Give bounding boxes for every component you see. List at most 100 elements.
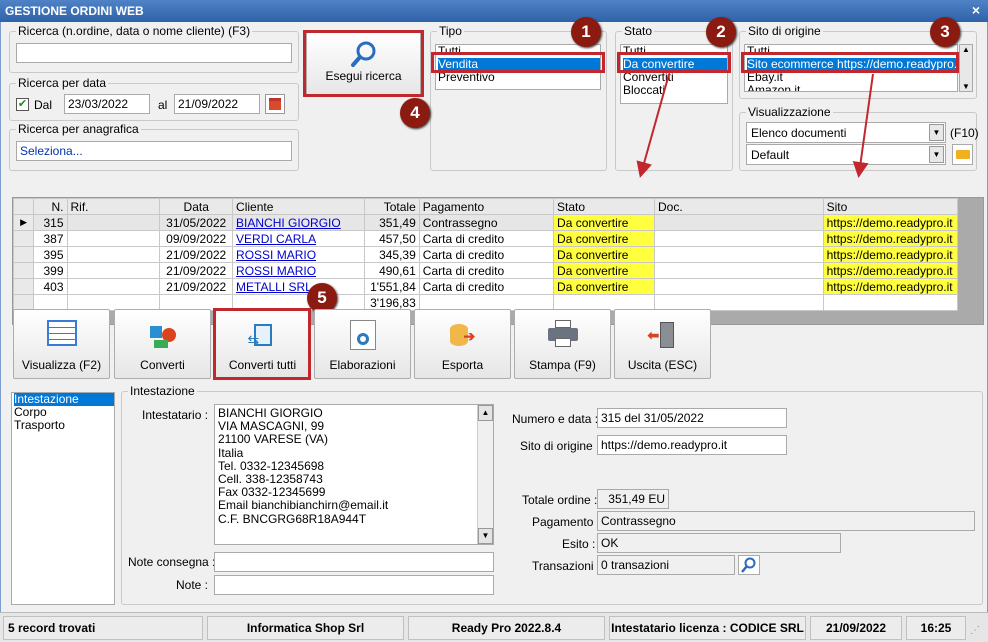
- step-badge-1: 1: [571, 17, 601, 47]
- col-totale[interactable]: Totale: [364, 198, 420, 215]
- nav-item-trasporto[interactable]: Trasporto: [14, 419, 114, 432]
- pagamento-label: Pagamento :: [532, 515, 601, 529]
- cell-cliente[interactable]: ROSSI MARIO: [232, 246, 366, 263]
- tipo-list[interactable]: Tutti Vendita Preventivo: [435, 44, 601, 90]
- sito-origine-label: Sito di origine :: [520, 439, 600, 453]
- scroll-down-icon[interactable]: ▼: [478, 528, 493, 544]
- grid-header-row: N. Rif. Data Cliente Totale Pagamento St…: [12, 198, 959, 215]
- close-icon[interactable]: ×: [972, 2, 980, 18]
- cell-pagamento: Contrassegno: [418, 214, 555, 231]
- search-icon: [741, 557, 756, 573]
- search-button[interactable]: Esegui ricerca: [306, 32, 421, 96]
- converti-tutti-button[interactable]: ⇆ Converti tutti: [215, 309, 310, 379]
- esporta-button[interactable]: ➔ Esporta: [414, 309, 511, 379]
- view-combo[interactable]: Elenco documenti ▼: [746, 122, 946, 143]
- cell-stato: Da convertire: [553, 262, 655, 279]
- visualizza-button[interactable]: Visualizza (F2): [13, 309, 110, 379]
- resize-grip-icon[interactable]: ⋰: [970, 625, 980, 636]
- table-row[interactable]: 399 21/09/2022 ROSSI MARIO 490,61 Carta di c…: [12, 262, 959, 279]
- stato-list[interactable]: Tutti Da convertire Convertiti Bloccati: [620, 44, 728, 104]
- cell-pagamento: Carta di credito: [418, 246, 555, 263]
- folder-icon[interactable]: [952, 144, 973, 165]
- client-link[interactable]: ROSSI MARIO: [236, 248, 316, 262]
- row-indicator: [12, 246, 35, 263]
- step-badge-2: 2: [706, 17, 736, 47]
- chevron-down-icon[interactable]: ▼: [929, 146, 944, 163]
- scroll-down-icon[interactable]: ▼: [960, 82, 972, 91]
- table-row[interactable]: ▶ 315 31/05/2022 BIANCHI GIORGIO 351,49 Contr…: [12, 214, 959, 231]
- scroll-up-icon[interactable]: ▲: [960, 45, 972, 54]
- numero-field[interactable]: 315 del 31/05/2022: [597, 408, 787, 428]
- sito-list[interactable]: Tutti Sito ecommerce https://demo.readyp…: [744, 44, 958, 92]
- stampa-button[interactable]: Stampa (F9): [514, 309, 611, 379]
- col-stato[interactable]: Stato: [553, 198, 655, 215]
- search-label: Ricerca (n.ordine, data o nome cliente) …: [16, 24, 253, 38]
- dal-checkbox[interactable]: ✔: [16, 98, 29, 111]
- col-sito[interactable]: Sito: [822, 198, 959, 215]
- client-link[interactable]: METALLI SRL: [236, 280, 312, 294]
- note-input[interactable]: [214, 575, 494, 595]
- cell-cliente[interactable]: ROSSI MARIO: [232, 262, 366, 279]
- registry-select[interactable]: Seleziona...: [16, 141, 292, 161]
- cell-sito: https://demo.readypro.it: [822, 214, 959, 231]
- stato-group: Stato Tutti Da convertire Convertiti Blo…: [615, 24, 733, 171]
- converti-button[interactable]: Converti: [114, 309, 211, 379]
- section-nav: Intestazione Corpo Trasporto: [11, 392, 115, 605]
- scroll-up-icon[interactable]: ▲: [478, 405, 493, 421]
- calendar-icon[interactable]: [265, 94, 285, 114]
- sito-origine-field[interactable]: https://demo.readypro.it: [597, 435, 787, 455]
- intestatario-line: Email bianchibianchirn@email.it: [218, 498, 389, 513]
- date-from-input[interactable]: 23/03/2022: [64, 94, 150, 114]
- intestatario-line: 21100 VARESE (VA): [218, 432, 329, 447]
- cell-stato: Da convertire: [553, 278, 655, 295]
- cell-cliente[interactable]: METALLI SRL: [232, 278, 366, 295]
- cell-data: 21/09/2022: [159, 246, 234, 263]
- elaborazioni-button[interactable]: Elaborazioni: [314, 309, 411, 379]
- date-to-input[interactable]: 21/09/2022: [174, 94, 260, 114]
- col-data[interactable]: Data: [159, 198, 234, 215]
- col-n[interactable]: N.: [33, 198, 68, 215]
- converti-tutti-label: Converti tutti: [228, 358, 297, 372]
- title-bar: GESTIONE ORDINI WEB ×: [0, 0, 988, 22]
- client-link[interactable]: BIANCHI GIORGIO: [236, 216, 341, 230]
- tipo-label: Tipo: [437, 24, 464, 38]
- table-row[interactable]: 403 21/09/2022 METALLI SRL 1'551,84 Carta di…: [12, 278, 959, 295]
- cell-stato: Da convertire: [553, 246, 655, 263]
- cell-n: 399: [33, 262, 68, 279]
- transazioni-label: Transazioni :: [532, 559, 601, 573]
- detail-group-label: Intestazione: [128, 384, 197, 398]
- note-consegna-input[interactable]: [214, 552, 494, 572]
- status-bar: 5 record trovati Informatica Shop Srl Re…: [0, 612, 988, 642]
- table-row[interactable]: 395 21/09/2022 ROSSI MARIO 345,39 Carta di c…: [12, 246, 959, 263]
- tipo-item[interactable]: Preventivo: [438, 71, 600, 84]
- intestatario-scrollbar[interactable]: ▲ ▼: [477, 405, 493, 544]
- cell-cliente[interactable]: BIANCHI GIORGIO: [232, 214, 366, 231]
- client-link[interactable]: VERDI CARLA: [236, 232, 316, 246]
- transazioni-field: 0 transazioni: [597, 555, 735, 575]
- window-title: GESTIONE ORDINI WEB: [5, 4, 144, 18]
- col-rif[interactable]: Rif.: [66, 198, 161, 215]
- row-indicator: [12, 278, 35, 295]
- cell-totale: 1'551,84: [364, 278, 420, 295]
- uscita-button[interactable]: ⬅ Uscita (ESC): [614, 309, 711, 379]
- col-pagamento[interactable]: Pagamento: [418, 198, 555, 215]
- chevron-down-icon[interactable]: ▼: [929, 124, 944, 141]
- sito-item[interactable]: Amazon.it: [747, 84, 957, 92]
- note-consegna-label: Note consegna :: [128, 555, 216, 569]
- stato-item[interactable]: Bloccati: [623, 84, 727, 97]
- layout-combo[interactable]: Default ▼: [746, 144, 946, 165]
- table-row[interactable]: 387 09/09/2022 VERDI CARLA 457,50 Carta di c…: [12, 230, 959, 247]
- intestatario-textarea[interactable]: BIANCHI GIORGIO VIA MASCAGNI, 99 21100 VAR…: [214, 404, 494, 545]
- esporta-label: Esporta: [441, 358, 484, 372]
- cell-rif: [66, 246, 161, 263]
- col-cliente[interactable]: Cliente: [232, 198, 366, 215]
- transazioni-search-icon[interactable]: [738, 555, 760, 575]
- client-link[interactable]: ROSSI MARIO: [236, 264, 316, 278]
- search-input[interactable]: [16, 43, 292, 63]
- status-time: 16:25: [906, 616, 966, 640]
- sito-scrollbar[interactable]: ▲ ▼: [959, 44, 973, 92]
- cell-totale: 351,49: [364, 214, 420, 231]
- row-indicator: ▶: [12, 214, 35, 231]
- cell-cliente[interactable]: VERDI CARLA: [232, 230, 366, 247]
- col-doc[interactable]: Doc.: [654, 198, 824, 215]
